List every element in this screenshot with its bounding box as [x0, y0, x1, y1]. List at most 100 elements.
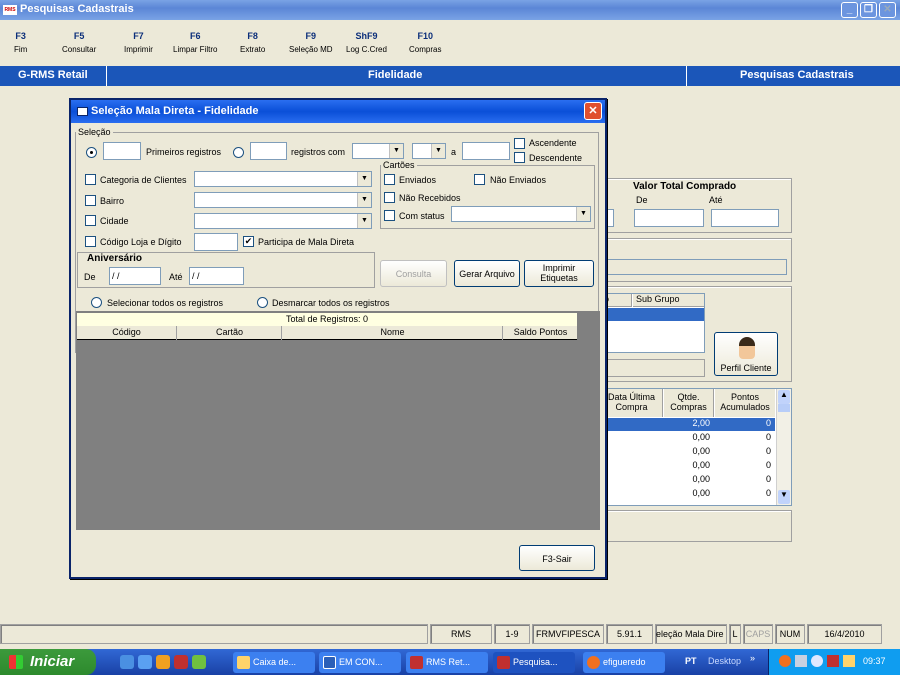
tool-key: F8 — [247, 31, 258, 41]
subgroup-col-header: Sub Grupo — [633, 294, 704, 307]
clock[interactable]: 09:37 — [863, 656, 886, 666]
task-caixa[interactable]: Caixa de... — [233, 652, 315, 673]
ascendente-checkbox[interactable] — [514, 138, 525, 149]
col-codigo[interactable]: Código — [77, 326, 177, 340]
task-pesquisa[interactable]: Pesquisa... — [493, 652, 575, 673]
tool-f3-fim[interactable]: F3 Fim — [14, 31, 27, 54]
com-status-checkbox[interactable] — [384, 210, 395, 221]
codigo-loja-checkbox[interactable] — [85, 236, 96, 247]
minimize-icon[interactable]: _ — [841, 2, 858, 18]
rms-icon[interactable] — [174, 655, 188, 669]
participa-checkbox[interactable]: ✔ — [243, 236, 254, 247]
nao-enviados-checkbox[interactable] — [474, 174, 485, 185]
scroll-down-icon[interactable]: ▼ — [778, 490, 790, 504]
tool-f5-consultar[interactable]: F5 Consultar — [62, 31, 96, 54]
col-saldo-pontos[interactable]: Saldo Pontos — [504, 326, 577, 340]
bairro-select[interactable]: ▼ — [194, 192, 372, 208]
restore-icon[interactable]: ❐ — [860, 2, 877, 18]
status-num: NUM — [775, 624, 805, 644]
chevron-right-icon[interactable]: » — [750, 653, 755, 663]
tool-f7-imprimir[interactable]: F7 Imprimir — [124, 31, 153, 54]
valor-de-input[interactable] — [634, 209, 704, 227]
tool-f9-selecao[interactable]: F9 Seleção MD — [289, 31, 333, 54]
qtde-cell: 2,00 — [692, 418, 710, 428]
codigo-loja-input[interactable] — [194, 233, 238, 251]
start-button[interactable]: Iniciar — [0, 649, 96, 675]
col-nome[interactable]: Nome — [283, 326, 503, 340]
tool-f8-extrato[interactable]: F8 Extrato — [240, 31, 265, 54]
tool-shf9-log[interactable]: ShF9 Log C.Cred — [346, 31, 387, 54]
desmarcar-todos-radio[interactable] — [257, 297, 268, 308]
close-icon[interactable]: ✕ — [584, 102, 602, 120]
volume-icon[interactable] — [811, 655, 823, 667]
bairro-checkbox[interactable] — [85, 195, 96, 206]
categoria-select[interactable]: ▼ — [194, 171, 372, 187]
subgroup-list[interactable]: o Sub Grupo — [601, 293, 705, 353]
perfil-cliente-button[interactable]: Perfil Cliente — [714, 332, 778, 376]
task-efigueredo[interactable]: efigueredo — [583, 652, 665, 673]
ate-valor-input[interactable] — [462, 142, 510, 160]
bg-bottom-panel — [600, 510, 792, 542]
bg-group-panel: o Sub Grupo Perfil Cliente — [600, 286, 792, 382]
clientes-table[interactable]: Data Última Compra Qtde. Compras Pontos … — [600, 388, 792, 506]
scroll-up-icon[interactable]: ▲ — [778, 390, 790, 404]
registros-com-radio[interactable] — [233, 147, 244, 158]
qtde-cell: 0,00 — [692, 460, 710, 470]
table-scrollbar[interactable]: ▲ ▼ — [776, 389, 791, 505]
tool-f6-limpar[interactable]: F6 Limpar Filtro — [173, 31, 217, 54]
primeiros-label: Primeiros registros — [146, 147, 222, 157]
imprimir-etiquetas-button[interactable]: Imprimir Etiquetas — [524, 260, 594, 287]
firefox-tray-icon[interactable] — [779, 655, 791, 667]
chevron-down-icon: ▼ — [576, 207, 590, 221]
aniversario-ate-value: / / — [192, 271, 200, 281]
ascendente-label: Ascendente — [529, 138, 577, 148]
nao-recebidos-checkbox[interactable] — [384, 192, 395, 203]
status-system: RMS — [430, 624, 492, 644]
task-label: RMS Ret... — [426, 657, 471, 667]
task-em-con[interactable]: EM CON... — [319, 652, 401, 673]
chevron-down-icon: ▼ — [389, 144, 403, 158]
browser-icon[interactable] — [138, 655, 152, 669]
subgroup-selected-row[interactable] — [602, 308, 704, 321]
scroll-thumb[interactable] — [778, 404, 790, 412]
aniversario-de-input[interactable]: / / — [109, 267, 161, 285]
rms-tray-icon[interactable] — [827, 655, 839, 667]
windows-logo-icon — [9, 655, 23, 669]
desktop-toolbar[interactable]: Desktop — [708, 656, 741, 666]
valor-ate-input[interactable] — [711, 209, 779, 227]
ie-icon[interactable] — [120, 655, 134, 669]
status-form: FRMVFIPESCA — [532, 624, 604, 644]
tool-label: Limpar Filtro — [173, 45, 218, 54]
status-message — [0, 624, 428, 644]
media-icon[interactable] — [156, 655, 170, 669]
sair-button[interactable]: F3-Sair — [519, 545, 595, 571]
primeiros-radio[interactable] — [86, 147, 97, 158]
calendar-tray-icon[interactable] — [843, 655, 855, 667]
cidade-checkbox[interactable] — [85, 215, 96, 226]
enviados-checkbox[interactable] — [384, 174, 395, 185]
task-rms-ret[interactable]: RMS Ret... — [406, 652, 488, 673]
ordem-operador-select[interactable]: ▼ — [412, 143, 446, 159]
task-label: Pesquisa... — [513, 657, 558, 667]
registros-grid[interactable]: Total de Registros: 0 Código Cartão Nome… — [76, 311, 600, 530]
col-cartao[interactable]: Cartão — [178, 326, 282, 340]
categoria-checkbox[interactable] — [85, 174, 96, 185]
ordem-campo-select[interactable]: ▼ — [352, 143, 404, 159]
nav-left-label: G-RMS Retail — [18, 69, 88, 81]
primeiros-input[interactable] — [103, 142, 141, 160]
network-icon[interactable] — [795, 655, 807, 667]
registros-qtde-input[interactable] — [250, 142, 287, 160]
aniversario-ate-input[interactable]: / / — [189, 267, 244, 285]
status-version: 5.91.1 — [606, 624, 653, 644]
cidade-select[interactable]: ▼ — [194, 213, 372, 229]
language-indicator[interactable]: PT — [685, 656, 697, 666]
consulta-button: Consulta — [380, 260, 447, 287]
app-icon[interactable] — [192, 655, 206, 669]
tool-label: Extrato — [240, 45, 266, 54]
pontos-cell: 0 — [765, 418, 771, 428]
gerar-arquivo-button[interactable]: Gerar Arquivo — [454, 260, 520, 287]
status-select[interactable]: ▼ — [451, 206, 591, 222]
selecionar-todos-radio[interactable] — [91, 297, 102, 308]
person-avatar-icon — [739, 337, 755, 359]
tool-f10-compras[interactable]: F10 Compras — [409, 31, 441, 54]
